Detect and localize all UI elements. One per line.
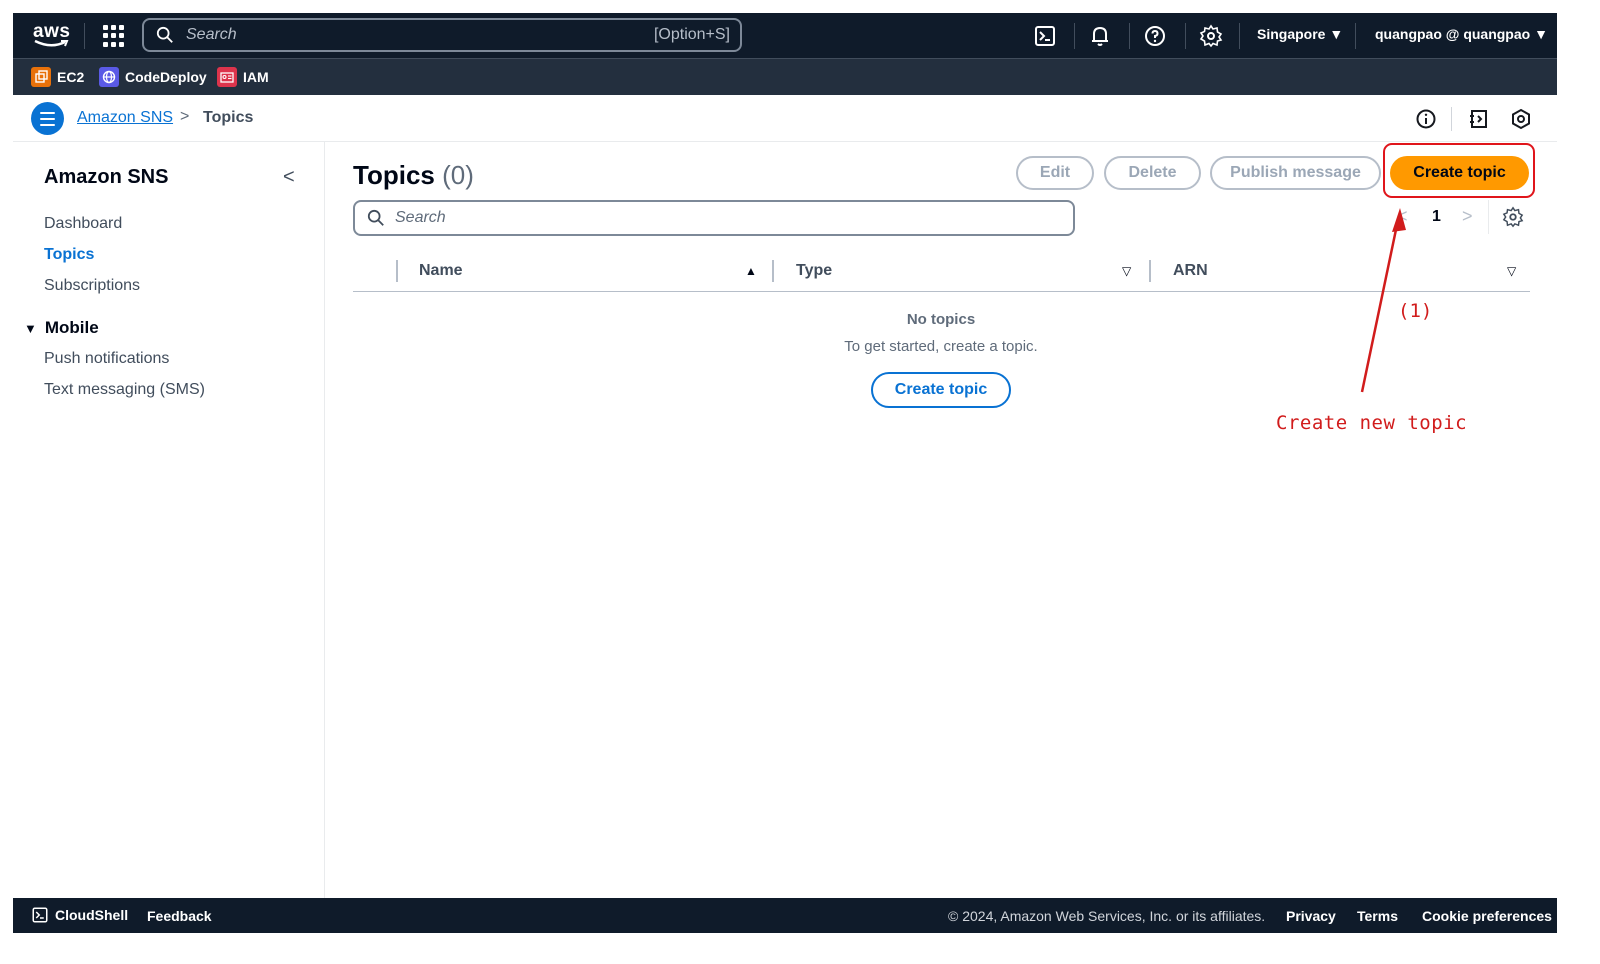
favorites-bar: EC2 CodeDeploy IAM: [13, 58, 1557, 95]
favorite-ec2[interactable]: EC2: [31, 67, 84, 87]
cloudshell-icon: [32, 907, 48, 923]
sidebar-section-mobile[interactable]: ▼ Mobile: [24, 318, 99, 338]
console-frame: aws Search [Option+S] Singapore ▼ quangp…: [13, 13, 1557, 933]
region-selector[interactable]: Singapore ▼: [1257, 26, 1343, 42]
side-navigation: Amazon SNS < Dashboard Topics Subscripti…: [13, 142, 325, 898]
footer-cloudshell[interactable]: CloudShell: [31, 906, 128, 924]
annotation-number: (1): [1398, 300, 1433, 322]
breadcrumb-bar: Amazon SNS > Topics: [13, 95, 1557, 142]
breadcrumb-separator-icon: >: [180, 108, 190, 125]
global-search-input[interactable]: Search [Option+S]: [142, 18, 742, 52]
services-menu-icon[interactable]: [103, 25, 125, 47]
top-navigation: aws Search [Option+S] Singapore ▼ quangp…: [13, 13, 1557, 58]
iam-icon: [217, 67, 237, 87]
search-shortcut: [Option+S]: [653, 26, 730, 43]
sidebar-item-text-messaging[interactable]: Text messaging (SMS): [44, 381, 205, 399]
breadcrumb-amazon-sns[interactable]: Amazon SNS: [77, 109, 173, 127]
aws-smile-icon: [34, 39, 69, 47]
nav-divider: [1185, 23, 1186, 49]
breadcrumb-current: Topics: [203, 109, 254, 126]
aws-logo[interactable]: aws: [31, 21, 71, 49]
sidebar-item-push-notifications[interactable]: Push notifications: [44, 350, 169, 368]
sidebar-item-dashboard[interactable]: Dashboard: [44, 215, 122, 233]
nav-divider: [1074, 23, 1075, 49]
nav-divider: [1239, 23, 1240, 49]
annotation-arrow-icon: [1360, 208, 1406, 393]
annotation-text: Create new topic: [1276, 412, 1468, 434]
search-placeholder: Search: [186, 26, 237, 43]
sidebar-item-topics[interactable]: Topics: [44, 246, 94, 264]
nav-divider: [84, 23, 85, 49]
favorite-iam[interactable]: IAM: [217, 67, 269, 87]
info-icon[interactable]: [1415, 108, 1437, 130]
notifications-bell-icon[interactable]: [1088, 24, 1112, 48]
account-menu[interactable]: quangpao @ quangpao ▼: [1375, 26, 1548, 42]
help-icon[interactable]: [1143, 24, 1167, 48]
search-icon: [156, 26, 173, 43]
collapse-chevron-icon[interactable]: <: [283, 166, 295, 189]
sidebar-item-subscriptions[interactable]: Subscriptions: [44, 277, 140, 295]
favorite-codedeploy[interactable]: CodeDeploy: [99, 67, 207, 87]
footer-feedback[interactable]: Feedback: [147, 908, 212, 924]
footer-cookie-preferences[interactable]: Cookie preferences: [1422, 908, 1552, 924]
util-divider: [1451, 107, 1452, 131]
cloudshell-icon[interactable]: [1033, 24, 1057, 48]
footer-copyright: © 2024, Amazon Web Services, Inc. or its…: [948, 908, 1266, 924]
console-footer: CloudShell Feedback © 2024, Amazon Web S…: [13, 898, 1557, 933]
side-navigation-toggle-icon[interactable]: [31, 102, 64, 135]
ec2-icon: [31, 67, 51, 87]
footer-privacy[interactable]: Privacy: [1286, 908, 1336, 924]
caret-down-icon: ▼: [24, 320, 37, 336]
side-nav-title[interactable]: Amazon SNS: [44, 166, 168, 189]
main-content: Topics (0) Edit Delete Publish message C…: [325, 142, 1557, 898]
nav-divider: [1129, 23, 1130, 49]
settings-gear-icon[interactable]: [1199, 24, 1223, 48]
notes-panel-icon[interactable]: [1468, 108, 1490, 130]
nav-divider: [1355, 23, 1356, 49]
codedeploy-icon: [99, 67, 119, 87]
footer-terms[interactable]: Terms: [1357, 908, 1398, 924]
status-icon[interactable]: [1510, 108, 1532, 130]
